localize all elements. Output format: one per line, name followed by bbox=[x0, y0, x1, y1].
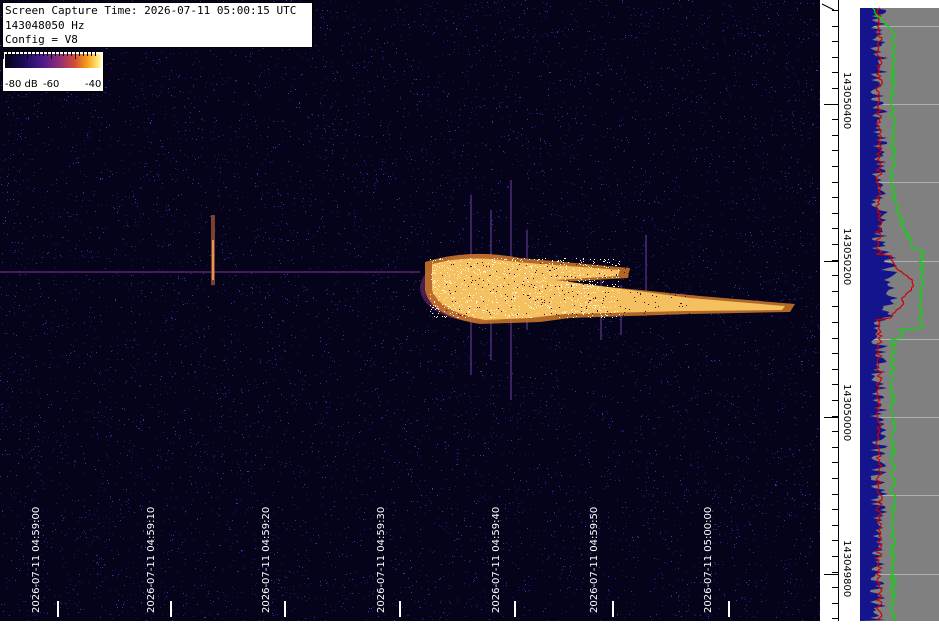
time-label-5: 2026-07-11 04:59:50 bbox=[589, 506, 600, 613]
freq-label-2: 143050000 bbox=[841, 384, 852, 442]
frequency-axis: 143050400 143050200 143050000 143049800 bbox=[820, 0, 860, 621]
time-label-6: 2026-07-11 05:00:00 bbox=[703, 506, 714, 613]
time-mark-5 bbox=[612, 601, 614, 617]
time-mark-4 bbox=[514, 601, 516, 617]
colorbar-mid-label: -60 bbox=[43, 79, 60, 90]
time-mark-1 bbox=[170, 601, 172, 617]
colorbar-legend: -80 dB -60 -40 bbox=[2, 51, 104, 92]
time-mark-2 bbox=[284, 601, 286, 617]
time-label-4: 2026-07-11 04:59:40 bbox=[491, 506, 502, 613]
freq-label-1: 143050200 bbox=[841, 228, 852, 286]
colorbar-ticks bbox=[3, 52, 96, 59]
frequency-text: 143048050 Hz bbox=[5, 18, 85, 32]
freq-axis-corner bbox=[821, 3, 835, 11]
colorbar-min-label: -80 dB bbox=[5, 79, 38, 90]
time-mark-6 bbox=[728, 601, 730, 617]
capture-time-text: Screen Capture Time: 2026-07-11 05:00:15… bbox=[5, 4, 297, 17]
freq-label-3: 143049800 bbox=[841, 540, 852, 598]
time-mark-3 bbox=[399, 601, 401, 617]
config-text: Config = V8 bbox=[5, 33, 78, 46]
waterfall-display: Screen Capture Time: 2026-07-11 05:00:15… bbox=[0, 0, 820, 621]
spectrum-profile-panel bbox=[860, 0, 939, 621]
vertical-streak-core bbox=[212, 240, 214, 280]
time-label-2: 2026-07-11 04:59:20 bbox=[261, 506, 272, 613]
time-mark-0 bbox=[57, 601, 59, 617]
spectrum-profile-plot bbox=[860, 0, 939, 621]
colorbar-max-label: -40 bbox=[85, 79, 102, 90]
waterfall-canvas bbox=[0, 0, 820, 621]
meteor-echo bbox=[420, 253, 795, 324]
freq-label-0: 143050400 bbox=[841, 72, 852, 130]
time-label-0: 2026-07-11 04:59:00 bbox=[31, 506, 42, 613]
time-label-1: 2026-07-11 04:59:10 bbox=[146, 506, 157, 613]
spectrum-top-strip bbox=[860, 0, 939, 8]
capture-info-box: Screen Capture Time: 2026-07-11 05:00:15… bbox=[2, 2, 313, 48]
time-label-3: 2026-07-11 04:59:30 bbox=[376, 506, 387, 613]
carrier-line bbox=[0, 271, 420, 273]
